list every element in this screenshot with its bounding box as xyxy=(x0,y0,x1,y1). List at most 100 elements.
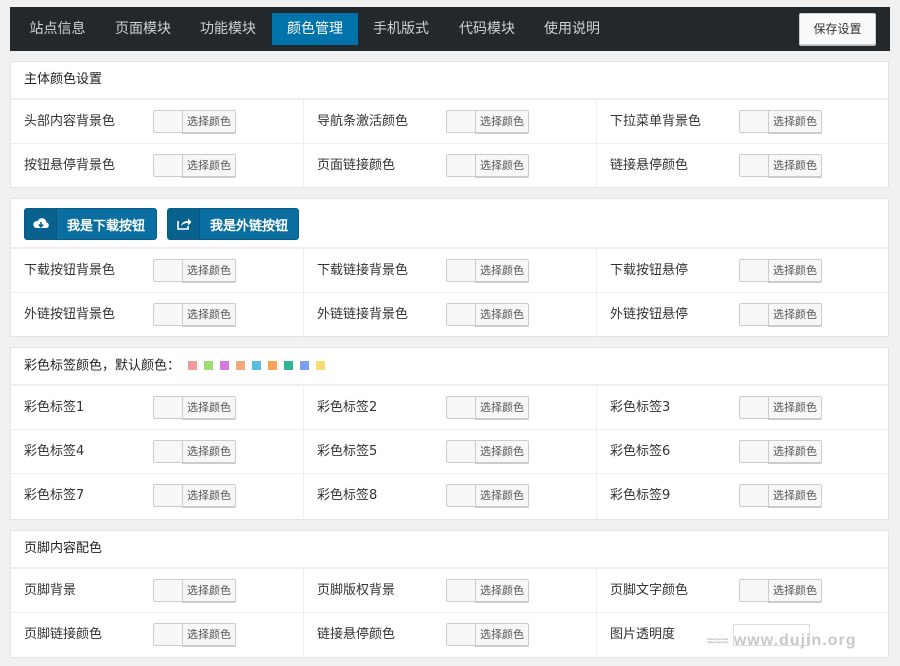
option-label: 外链按钮背景色 xyxy=(24,307,116,322)
color-swatch[interactable] xyxy=(446,623,475,646)
color-picker-button[interactable]: 选择颜色 xyxy=(153,303,236,326)
color-swatch[interactable] xyxy=(153,623,182,646)
color-picker-button[interactable]: 选择颜色 xyxy=(446,396,529,419)
select-color-label[interactable]: 选择颜色 xyxy=(182,259,236,282)
color-picker-button[interactable]: 选择颜色 xyxy=(446,579,529,602)
select-color-label[interactable]: 选择颜色 xyxy=(182,440,236,463)
tab-color-management[interactable]: 颜色管理 xyxy=(272,13,358,45)
tab-site-info[interactable]: 站点信息 xyxy=(20,13,95,45)
save-settings-button[interactable]: 保存设置 xyxy=(799,13,876,45)
color-picker-button[interactable]: 选择颜色 xyxy=(446,303,529,326)
color-swatch[interactable] xyxy=(153,110,182,133)
select-color-label[interactable]: 选择颜色 xyxy=(475,623,529,646)
option-cell: 外链按钮悬停 选择颜色 xyxy=(596,293,888,337)
color-picker-button[interactable]: 选择颜色 xyxy=(153,484,236,507)
color-swatch[interactable] xyxy=(446,154,475,177)
tab-page-module[interactable]: 页面模块 xyxy=(105,13,181,45)
select-color-label[interactable]: 选择颜色 xyxy=(182,623,236,646)
color-swatch[interactable] xyxy=(153,396,182,419)
color-swatch[interactable] xyxy=(739,440,768,463)
select-color-label[interactable]: 选择颜色 xyxy=(182,396,236,419)
select-color-label[interactable]: 选择颜色 xyxy=(475,579,529,602)
download-button[interactable]: 我是下载按钮 xyxy=(24,208,157,240)
color-picker-button[interactable]: 选择颜色 xyxy=(446,154,529,177)
default-color-swatch xyxy=(204,361,214,370)
tab-code-module[interactable]: 代码模块 xyxy=(449,13,525,45)
color-picker-button[interactable]: 选择颜色 xyxy=(739,484,822,507)
color-swatch[interactable] xyxy=(739,154,768,177)
color-swatch[interactable] xyxy=(739,484,768,507)
color-picker-button[interactable]: 选择颜色 xyxy=(153,396,236,419)
color-swatch[interactable] xyxy=(446,259,475,282)
color-picker-button[interactable]: 选择颜色 xyxy=(446,110,529,133)
external-link-button[interactable]: 我是外链按钮 xyxy=(167,208,299,240)
color-picker-button[interactable]: 选择颜色 xyxy=(446,623,529,646)
color-picker-button[interactable]: 选择颜色 xyxy=(739,579,822,602)
color-swatch[interactable] xyxy=(446,440,475,463)
option-label: 彩色标签6 xyxy=(610,444,671,459)
color-swatch[interactable] xyxy=(739,303,768,326)
color-swatch[interactable] xyxy=(153,484,182,507)
select-color-label[interactable]: 选择颜色 xyxy=(182,154,236,177)
select-color-label[interactable]: 选择颜色 xyxy=(182,303,236,326)
color-swatch[interactable] xyxy=(446,303,475,326)
tab-function-module[interactable]: 功能模块 xyxy=(190,13,266,45)
select-color-label[interactable]: 选择颜色 xyxy=(475,484,529,507)
color-swatch[interactable] xyxy=(153,303,182,326)
color-picker-button[interactable]: 选择颜色 xyxy=(153,623,236,646)
color-swatch[interactable] xyxy=(446,110,475,133)
color-picker-button[interactable]: 选择颜色 xyxy=(153,154,236,177)
option-label: 图片透明度 xyxy=(610,627,676,642)
select-color-label[interactable]: 选择颜色 xyxy=(768,484,822,507)
select-color-label[interactable]: 选择颜色 xyxy=(475,259,529,282)
color-picker-button[interactable]: 选择颜色 xyxy=(739,154,822,177)
default-color-swatches xyxy=(188,348,332,384)
color-picker-button[interactable]: 选择颜色 xyxy=(739,440,822,463)
select-color-label[interactable]: 选择颜色 xyxy=(182,484,236,507)
color-swatch[interactable] xyxy=(739,579,768,602)
tab-mobile-layout[interactable]: 手机版式 xyxy=(363,13,439,45)
tab-instructions[interactable]: 使用说明 xyxy=(534,13,610,45)
color-picker-button[interactable]: 选择颜色 xyxy=(739,110,822,133)
default-color-swatch xyxy=(300,361,310,370)
color-picker-button[interactable]: 选择颜色 xyxy=(153,579,236,602)
color-picker-button[interactable]: 选择颜色 xyxy=(153,110,236,133)
color-picker-button[interactable]: 选择颜色 xyxy=(153,440,236,463)
select-color-label[interactable]: 选择颜色 xyxy=(768,110,822,133)
color-picker-button[interactable]: 选择颜色 xyxy=(739,259,822,282)
color-swatch[interactable] xyxy=(739,259,768,282)
color-picker-button[interactable]: 选择颜色 xyxy=(153,259,236,282)
color-swatch[interactable] xyxy=(153,440,182,463)
color-picker-button[interactable]: 选择颜色 xyxy=(739,303,822,326)
select-color-label[interactable]: 选择颜色 xyxy=(768,259,822,282)
option-label: 下载按钮背景色 xyxy=(24,263,116,278)
select-color-label[interactable]: 选择颜色 xyxy=(182,579,236,602)
select-color-label[interactable]: 选择颜色 xyxy=(768,154,822,177)
select-color-label[interactable]: 选择颜色 xyxy=(182,110,236,133)
color-swatch[interactable] xyxy=(446,579,475,602)
color-swatch[interactable] xyxy=(153,579,182,602)
select-color-label[interactable]: 选择颜色 xyxy=(768,579,822,602)
color-picker-button[interactable]: 选择颜色 xyxy=(446,259,529,282)
select-color-label[interactable]: 选择颜色 xyxy=(475,110,529,133)
select-color-label[interactable]: 选择颜色 xyxy=(768,303,822,326)
select-color-label[interactable]: 选择颜色 xyxy=(475,303,529,326)
color-swatch[interactable] xyxy=(739,110,768,133)
color-swatch[interactable] xyxy=(153,259,182,282)
color-swatch[interactable] xyxy=(446,484,475,507)
color-picker-button[interactable]: 选择颜色 xyxy=(446,440,529,463)
color-picker-button[interactable]: 选择颜色 xyxy=(739,396,822,419)
color-swatch[interactable] xyxy=(446,396,475,419)
select-color-label[interactable]: 选择颜色 xyxy=(475,154,529,177)
color-picker-button[interactable]: 选择颜色 xyxy=(446,484,529,507)
option-cell: 下拉菜单背景色 选择颜色 xyxy=(596,100,888,144)
select-color-label[interactable]: 选择颜色 xyxy=(768,440,822,463)
option-label: 下载链接背景色 xyxy=(317,263,409,278)
color-swatch[interactable] xyxy=(153,154,182,177)
select-color-label[interactable]: 选择颜色 xyxy=(768,396,822,419)
select-color-label[interactable]: 选择颜色 xyxy=(475,440,529,463)
color-swatch[interactable] xyxy=(739,396,768,419)
select-color-label[interactable]: 选择颜色 xyxy=(475,396,529,419)
option-cell: 外链链接背景色 选择颜色 xyxy=(303,293,595,337)
option-cell: 彩色标签6 选择颜色 xyxy=(596,430,888,474)
